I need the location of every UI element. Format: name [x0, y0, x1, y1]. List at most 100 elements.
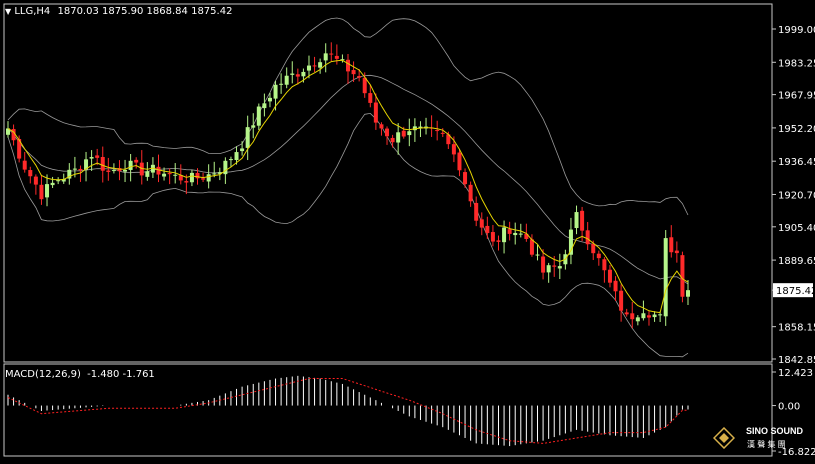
candle-body	[56, 180, 61, 182]
candle-body	[680, 255, 685, 297]
candle-body	[602, 259, 607, 271]
candle-body	[262, 103, 267, 109]
candle-body	[279, 83, 284, 85]
candle-body	[95, 155, 100, 158]
macd-name: MACD(12,26,9)	[5, 369, 81, 380]
candle-body	[518, 233, 523, 235]
candle-body	[106, 170, 111, 172]
candle-body	[669, 237, 674, 253]
candle-body	[630, 313, 635, 320]
candle-body	[72, 168, 77, 170]
main-chart-frame	[3, 3, 773, 363]
candle-body	[100, 156, 105, 171]
candle-body	[457, 152, 462, 171]
candle-body	[123, 169, 128, 172]
diamond-logo-icon	[713, 427, 735, 449]
candle-body	[201, 178, 206, 180]
bollinger-middle-line	[7, 74, 689, 285]
candle-body	[546, 265, 551, 273]
candle-body	[145, 171, 150, 177]
sino-sound-logo: SINO SOUND 漢 聲 集 團	[713, 424, 813, 454]
macd-tick-label: 12.423	[778, 368, 813, 379]
candle-body	[362, 77, 367, 94]
candle-body	[346, 59, 350, 72]
candle-body	[596, 253, 601, 259]
candle-body	[45, 184, 50, 198]
candle-body	[513, 232, 518, 236]
macd-header: MACD(12,26,9) -1.480 -1.761	[5, 369, 155, 380]
candle-body	[663, 238, 668, 317]
chart-menu-triangle-icon[interactable]: ▼	[5, 7, 11, 16]
price-tick-label: 1936.45	[778, 157, 815, 168]
candle-body	[496, 240, 501, 242]
candle-body	[245, 127, 250, 148]
candle-body	[189, 172, 194, 183]
candle-body	[267, 97, 272, 102]
candle-body	[385, 128, 390, 137]
candle-body	[195, 172, 200, 179]
macd-histogram-group	[7, 375, 689, 447]
candles-group	[6, 42, 690, 329]
candle-body	[557, 266, 562, 269]
candle-body	[580, 210, 585, 231]
candle-body	[485, 225, 490, 234]
candle-body	[585, 230, 590, 245]
candle-body	[89, 157, 94, 159]
candle-body	[290, 73, 295, 75]
candle-body	[474, 202, 479, 221]
candle-body	[396, 132, 401, 143]
candle-body	[541, 256, 546, 273]
candle-body	[301, 71, 306, 77]
candle-body	[435, 130, 440, 132]
symbol-label: LLG,H4	[14, 6, 51, 17]
candle-body	[162, 173, 167, 177]
current-price-label: 1875.42	[776, 286, 815, 297]
candle-body	[619, 290, 624, 311]
ohlc-values: 1870.03 1875.90 1868.84 1875.42	[57, 6, 233, 17]
candle-body	[641, 313, 646, 319]
candle-body	[173, 174, 178, 176]
candle-body	[373, 102, 378, 123]
candle-body	[652, 314, 657, 318]
candle-body	[351, 70, 356, 75]
candle-body	[212, 173, 217, 175]
macd-tick-label: 0.00	[778, 402, 800, 413]
candle-body	[251, 125, 256, 128]
candle-body	[357, 76, 362, 78]
candle-body	[624, 312, 629, 315]
candle-body	[674, 250, 679, 254]
candle-body	[686, 290, 690, 297]
price-tick-label: 1999.00	[778, 25, 815, 36]
price-tick-label: 1967.95	[778, 91, 815, 102]
candle-body	[22, 160, 27, 170]
candle-body	[407, 131, 412, 136]
candle-body	[28, 170, 33, 177]
candle-body	[256, 106, 261, 126]
candle-body	[78, 168, 83, 171]
chart-header: ▼ LLG,H4 1870.03 1875.90 1868.84 1875.42	[5, 6, 232, 17]
candle-body	[463, 172, 468, 185]
candle-body	[507, 229, 512, 234]
candle-body	[490, 232, 495, 242]
candle-body	[368, 93, 373, 103]
logo-text: SINO SOUND	[746, 426, 804, 436]
candle-body	[33, 176, 38, 185]
candle-body	[329, 53, 334, 55]
candle-body	[552, 265, 557, 267]
candle-body	[591, 243, 596, 254]
price-tick-label: 1858.15	[778, 323, 815, 334]
candle-body	[401, 130, 406, 137]
candle-body	[502, 227, 507, 243]
candle-body	[607, 269, 612, 283]
candle-body	[111, 170, 116, 172]
candle-body	[273, 84, 278, 99]
price-tick-label: 1842.85	[778, 355, 815, 366]
candle-body	[50, 182, 55, 186]
candle-body	[658, 314, 663, 316]
candle-body	[306, 65, 311, 71]
chart-canvas[interactable]: 1999.00 1983.25 1967.95 1952.20 1936.45 1920.…	[0, 0, 815, 460]
logo-subtext: 漢 聲 集 團	[747, 440, 786, 449]
candle-body	[479, 219, 484, 228]
candle-body	[529, 239, 534, 255]
candle-body	[134, 159, 139, 163]
